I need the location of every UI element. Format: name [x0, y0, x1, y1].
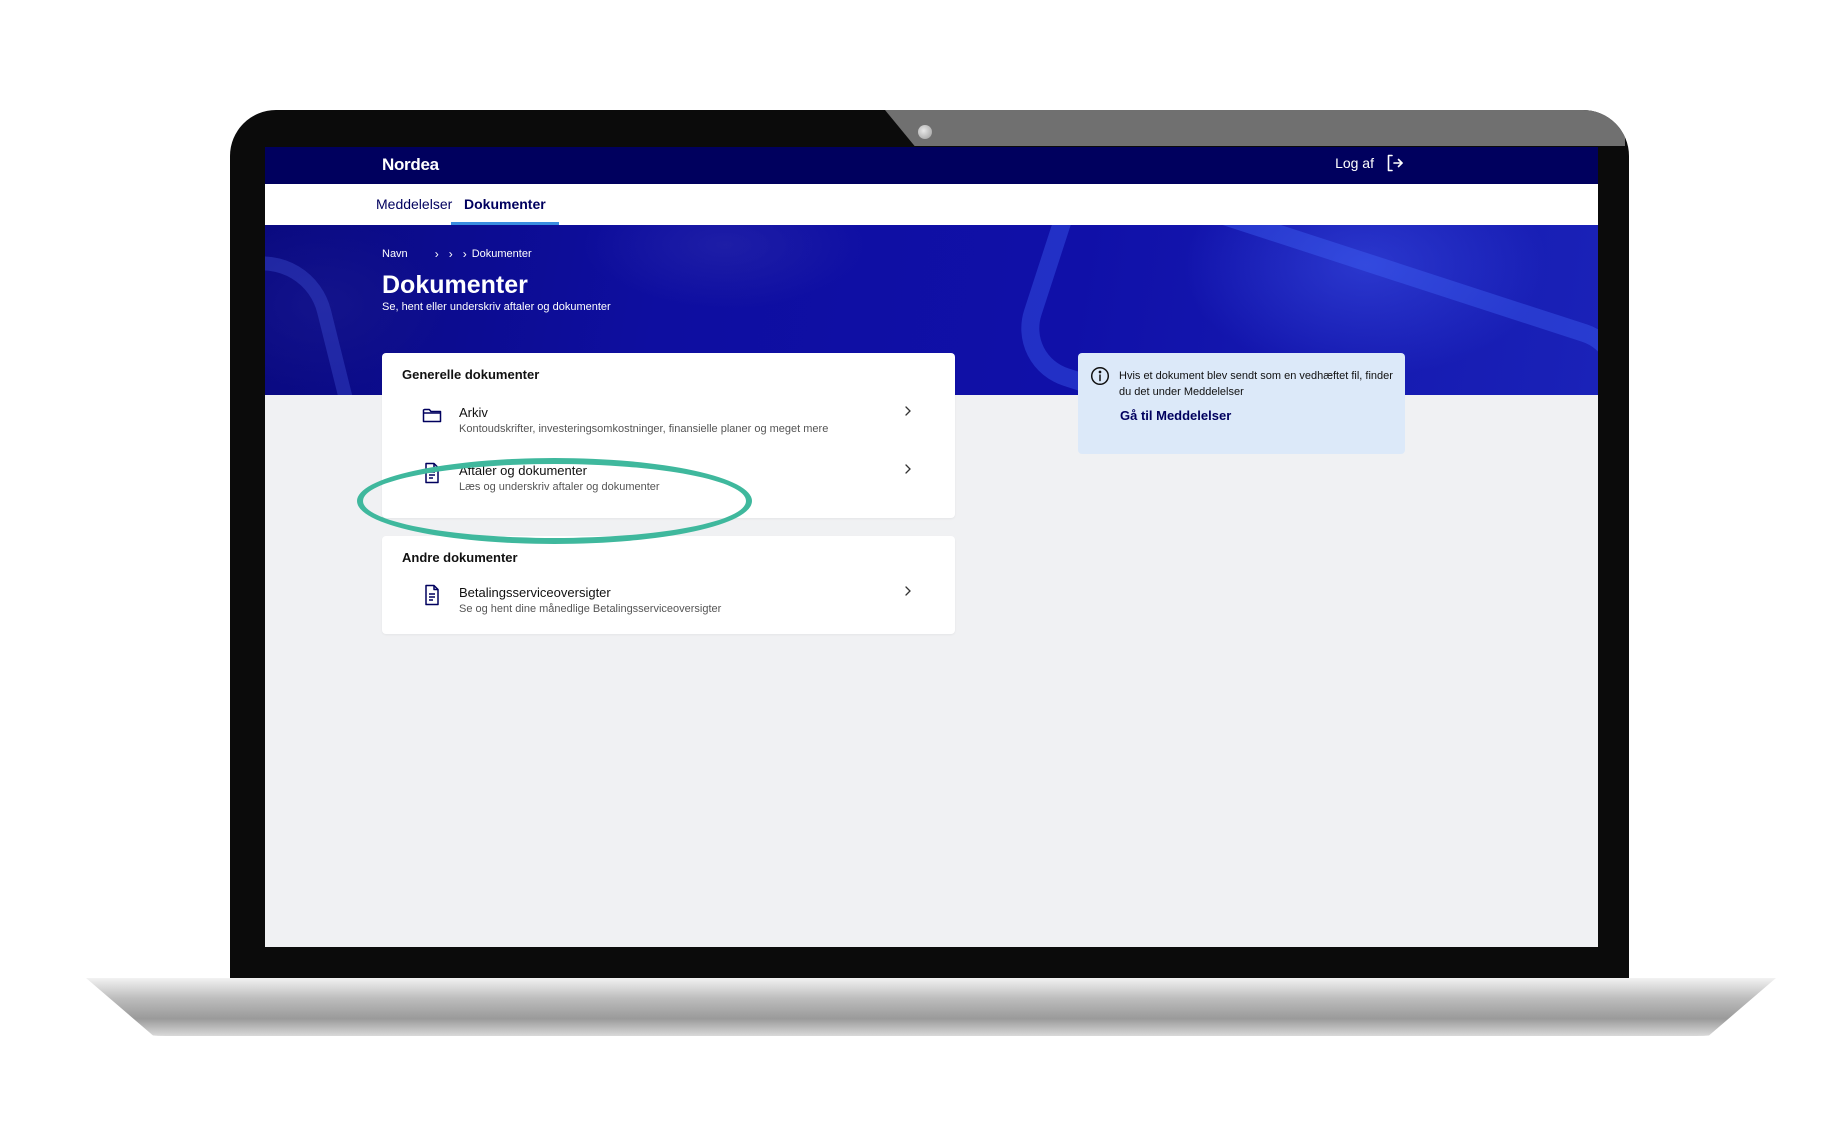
info-box: Hvis et dokument blev sendt som en vedhæ… — [1078, 353, 1405, 454]
chevron-right-icon — [905, 464, 911, 474]
go-to-messages-link[interactable]: Gå til Meddelelser — [1120, 408, 1231, 423]
laptop-base — [86, 978, 1776, 1036]
nordea-logo[interactable]: Nordea — [382, 155, 439, 175]
breadcrumb: Navn › › › Dokumenter — [382, 247, 532, 261]
breadcrumb-chevron-icon: › — [434, 247, 439, 261]
top-bar: Nordea Log af — [265, 147, 1598, 184]
item-label: Arkiv — [459, 405, 488, 420]
page-subtitle: Se, hent eller underskriv aftaler og dok… — [382, 301, 611, 313]
card-title: Generelle dokumenter — [402, 367, 540, 382]
logout-button[interactable]: Log af — [1335, 153, 1404, 173]
logout-label: Log af — [1335, 155, 1374, 171]
webcam — [918, 125, 932, 139]
card-title: Andre dokumenter — [402, 550, 518, 565]
list-item-aftaler-og-dokumenter[interactable]: Aftaler og dokumenter Læs og underskriv … — [382, 454, 955, 512]
browser-screen: Nordea Log af Meddelelser Dokumenter Nav… — [265, 147, 1598, 947]
breadcrumb-chevron-icon: › — [448, 247, 453, 261]
tab-meddelelser[interactable]: Meddelelser — [363, 184, 465, 225]
tab-dokumenter[interactable]: Dokumenter — [451, 184, 559, 225]
chevron-right-icon — [905, 406, 911, 416]
other-documents-card: Andre dokumenter Betalingsserviceoversig… — [382, 536, 955, 634]
list-item-betalingsserviceoversigter[interactable]: Betalingsserviceoversigter Se og hent di… — [382, 576, 955, 634]
tab-bar: Meddelelser Dokumenter — [265, 184, 1598, 225]
chevron-right-icon — [905, 586, 911, 596]
list-item-arkiv[interactable]: Arkiv Kontoudskrifter, investeringsomkos… — [382, 396, 955, 454]
folder-icon — [422, 408, 442, 423]
breadcrumb-chevron-icon: › — [462, 247, 467, 261]
item-label: Betalingsserviceoversigter — [459, 585, 611, 600]
breadcrumb-item-current: Dokumenter — [471, 248, 532, 260]
page-title: Dokumenter — [382, 271, 528, 299]
document-icon — [425, 584, 439, 606]
item-label: Aftaler og dokumenter — [459, 463, 587, 478]
info-text: Hvis et dokument blev sendt som en vedhæ… — [1119, 370, 1393, 398]
logout-icon — [1387, 154, 1403, 172]
breadcrumb-item-navn[interactable]: Navn — [382, 248, 408, 260]
item-description: Læs og underskriv aftaler og dokumenter — [459, 481, 660, 493]
general-documents-card: Generelle dokumenter Arkiv Kontoudskrift… — [382, 353, 955, 518]
item-description: Se og hent dine månedlige Betalingsservi… — [459, 603, 722, 615]
item-description: Kontoudskrifter, investeringsomkostninge… — [459, 423, 829, 435]
hero-decoration — [265, 241, 372, 395]
document-icon — [425, 462, 439, 484]
lid-reflection — [885, 110, 1625, 146]
info-icon — [1090, 366, 1110, 386]
